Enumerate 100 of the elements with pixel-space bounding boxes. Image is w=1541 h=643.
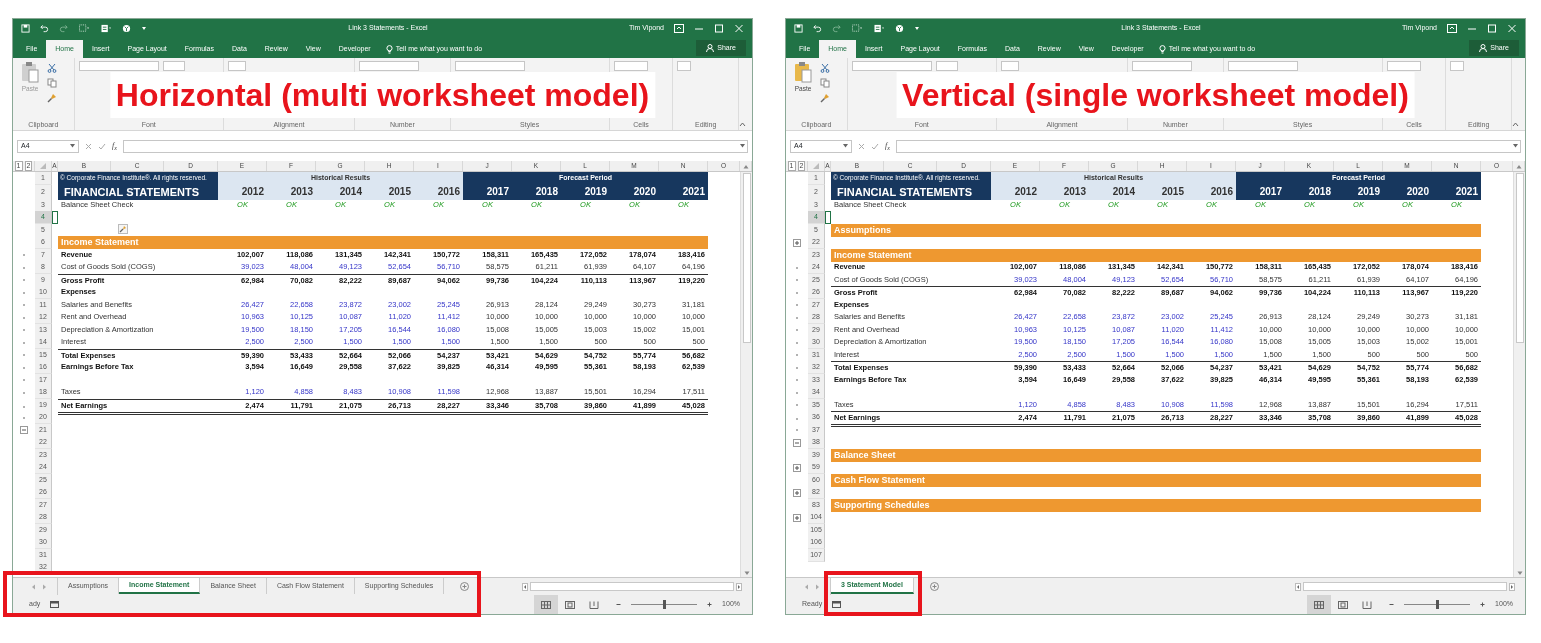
clipboard-icon bbox=[21, 61, 39, 83]
close-icon[interactable] bbox=[734, 23, 744, 33]
ribbon-field[interactable] bbox=[78, 61, 159, 71]
scroll-up-icon[interactable] bbox=[742, 163, 749, 169]
globe-icon[interactable] bbox=[895, 23, 904, 33]
select-all-icon[interactable] bbox=[40, 163, 46, 169]
scroll-left-icon[interactable] bbox=[1295, 582, 1301, 591]
ribbon-field[interactable] bbox=[454, 61, 525, 71]
redo-icon[interactable] bbox=[832, 23, 841, 33]
ribbon-field[interactable] bbox=[359, 61, 420, 71]
macro-record-icon[interactable] bbox=[832, 601, 842, 608]
insert-function-button[interactable]: f$_{x}$ bbox=[112, 140, 117, 152]
plus-circle-icon bbox=[460, 582, 470, 591]
caret-icon[interactable] bbox=[843, 144, 848, 148]
collapse-button[interactable] bbox=[20, 426, 28, 434]
expand-button[interactable] bbox=[793, 238, 801, 247]
brush-icon[interactable] bbox=[820, 93, 830, 103]
caret-icon[interactable] bbox=[1513, 144, 1518, 148]
zoom-slider-thumb[interactable] bbox=[1436, 600, 1440, 609]
overlay-title: Horizontal (multi worksheet model) bbox=[109, 72, 656, 118]
collapse-button[interactable] bbox=[793, 438, 801, 447]
maximize-icon[interactable] bbox=[714, 23, 724, 33]
check-icon[interactable] bbox=[98, 142, 106, 150]
ribbon-field[interactable] bbox=[1227, 61, 1298, 71]
undo-icon[interactable] bbox=[40, 23, 49, 33]
formula-input[interactable] bbox=[895, 139, 1521, 153]
section-header: Assumptions bbox=[831, 223, 1481, 237]
globe-icon[interactable] bbox=[122, 23, 131, 33]
save-icon[interactable] bbox=[794, 23, 803, 33]
active-cell[interactable] bbox=[825, 211, 831, 224]
insert-function-button[interactable]: f$_{x}$ bbox=[885, 140, 890, 152]
formula-input[interactable] bbox=[122, 139, 748, 153]
grid-icon bbox=[1314, 600, 1325, 609]
expand-button[interactable] bbox=[793, 488, 801, 497]
scroll-right-icon[interactable] bbox=[736, 582, 742, 591]
clipboard-icon bbox=[794, 61, 812, 83]
next-sheet-icon[interactable] bbox=[42, 583, 47, 590]
macro-record-icon[interactable] bbox=[50, 601, 60, 608]
section-header: Supporting Schedules bbox=[831, 498, 1481, 512]
paste-options-icon[interactable] bbox=[118, 223, 128, 234]
caret-icon[interactable] bbox=[141, 25, 147, 31]
ribbon-field[interactable] bbox=[935, 61, 958, 71]
previous-sheet-icon[interactable] bbox=[804, 583, 809, 590]
ribbon-display-icon[interactable] bbox=[674, 23, 684, 33]
zoom-out-icon[interactable] bbox=[616, 602, 622, 607]
ribbon-field[interactable] bbox=[162, 61, 185, 71]
ribbon-field[interactable] bbox=[227, 61, 246, 71]
person-icon bbox=[1479, 44, 1488, 52]
expand-button[interactable] bbox=[793, 463, 801, 472]
collapse-ribbon-icon[interactable] bbox=[1512, 122, 1519, 127]
caret-icon[interactable] bbox=[70, 144, 75, 148]
collapse-ribbon-icon[interactable] bbox=[739, 122, 746, 127]
normal-view-button[interactable] bbox=[1307, 595, 1332, 614]
scissors-icon[interactable] bbox=[820, 63, 830, 73]
normal-view-button[interactable] bbox=[534, 595, 559, 614]
cancel-icon[interactable] bbox=[858, 142, 865, 150]
ribbon-field[interactable] bbox=[1132, 61, 1193, 71]
zoom-slider-thumb[interactable] bbox=[663, 600, 667, 609]
redo-icon[interactable] bbox=[59, 23, 68, 33]
ribbon-display-icon[interactable] bbox=[1447, 23, 1457, 33]
ribbon-field[interactable] bbox=[1450, 61, 1465, 71]
close-icon[interactable] bbox=[1507, 23, 1517, 33]
zoom-in-icon[interactable] bbox=[1480, 602, 1486, 607]
person-icon bbox=[706, 44, 715, 52]
ribbon-field[interactable] bbox=[851, 61, 932, 71]
cancel-icon[interactable] bbox=[85, 142, 92, 150]
expand-button[interactable] bbox=[793, 513, 801, 522]
horizontal-scrollbar[interactable] bbox=[530, 582, 734, 591]
caret-icon[interactable] bbox=[740, 144, 745, 148]
brush-icon[interactable] bbox=[47, 93, 57, 103]
page-break-icon bbox=[589, 600, 600, 609]
page-icon bbox=[1338, 600, 1349, 609]
horizontal-scrollbar[interactable] bbox=[1303, 582, 1507, 591]
copy-icon[interactable] bbox=[47, 78, 57, 88]
select-all-icon[interactable] bbox=[813, 163, 819, 169]
scissors-icon[interactable] bbox=[47, 63, 57, 73]
zoom-in-icon[interactable] bbox=[707, 602, 713, 607]
lightbulb-icon bbox=[1158, 44, 1166, 54]
ribbon-field[interactable] bbox=[1000, 61, 1019, 71]
next-sheet-icon[interactable] bbox=[815, 583, 820, 590]
copy-icon[interactable] bbox=[820, 78, 830, 88]
active-cell[interactable] bbox=[52, 211, 58, 224]
scroll-right-icon[interactable] bbox=[1509, 582, 1515, 591]
ribbon-field[interactable] bbox=[677, 61, 692, 71]
scroll-up-icon[interactable] bbox=[1515, 163, 1522, 169]
page-break-icon bbox=[1362, 600, 1373, 609]
overlay-title: Vertical (single worksheet model) bbox=[896, 72, 1415, 118]
save-icon[interactable] bbox=[21, 23, 30, 33]
zoom-out-icon[interactable] bbox=[1389, 602, 1395, 607]
check-icon[interactable] bbox=[871, 142, 879, 150]
undo-icon[interactable] bbox=[813, 23, 822, 33]
ribbon-field[interactable] bbox=[1386, 61, 1421, 71]
scrollbar-thumb[interactable] bbox=[742, 173, 751, 343]
previous-sheet-icon[interactable] bbox=[31, 583, 36, 590]
lightbulb-icon bbox=[385, 44, 393, 54]
caret-icon[interactable] bbox=[914, 25, 920, 31]
scrollbar-thumb[interactable] bbox=[1515, 173, 1524, 343]
maximize-icon[interactable] bbox=[1487, 23, 1497, 33]
scroll-left-icon[interactable] bbox=[522, 582, 528, 591]
ribbon-field[interactable] bbox=[613, 61, 648, 71]
